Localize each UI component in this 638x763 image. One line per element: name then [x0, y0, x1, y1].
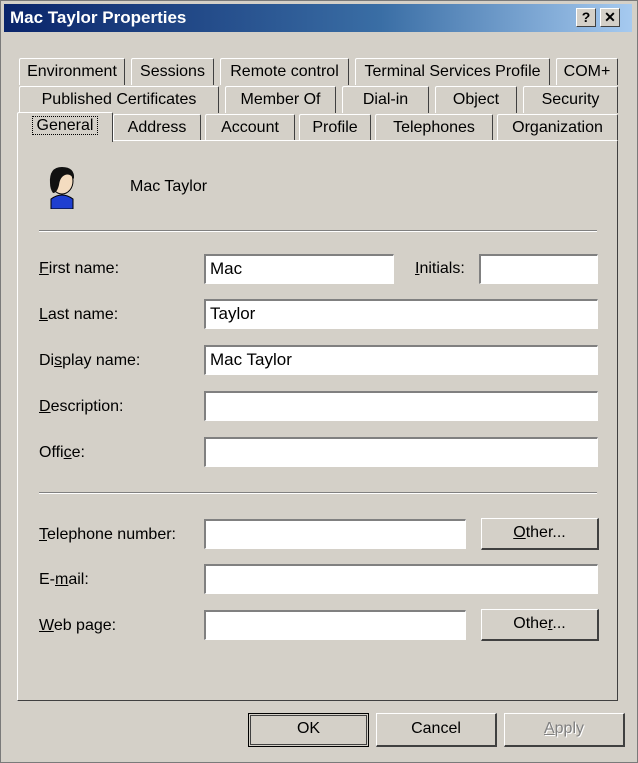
apply-button[interactable]: Apply	[504, 713, 625, 747]
description-label: Description:	[39, 398, 124, 415]
office-field[interactable]	[204, 437, 598, 467]
user-icon	[45, 163, 79, 214]
tab-security[interactable]: Security	[523, 86, 618, 113]
tab-remote-control[interactable]: Remote control	[220, 58, 349, 85]
tab-account[interactable]: Account	[205, 114, 295, 141]
tab-general[interactable]: General	[17, 112, 113, 142]
tab-dial-in[interactable]: Dial-in	[342, 86, 429, 113]
last-name-label: Last name:	[39, 306, 119, 323]
properties-dialog: Mac Taylor Properties ? ✕ Environment Se…	[0, 0, 638, 763]
divider-top	[39, 230, 597, 232]
tab-environment[interactable]: Environment	[19, 58, 125, 85]
display-name-label: Display name:	[39, 352, 141, 369]
tab-com-plus[interactable]: COM+	[556, 58, 618, 85]
tab-telephones[interactable]: Telephones	[375, 114, 493, 141]
webpage-field[interactable]	[204, 610, 466, 640]
tab-organization[interactable]: Organization	[497, 114, 618, 141]
initials-label: Initials:	[415, 260, 465, 277]
cancel-button[interactable]: Cancel	[376, 713, 497, 747]
tab-member-of[interactable]: Member Of	[225, 86, 336, 113]
window-title: Mac Taylor Properties	[10, 8, 187, 27]
email-field[interactable]	[204, 564, 598, 594]
close-button[interactable]: ✕	[600, 8, 620, 27]
description-field[interactable]	[204, 391, 598, 421]
telephone-label: Telephone number:	[39, 526, 176, 543]
ok-button[interactable]: OK	[248, 713, 369, 747]
user-display-name: Mac Taylor	[130, 178, 208, 195]
display-name-field[interactable]: Mac Taylor	[204, 345, 598, 375]
last-name-field[interactable]: Taylor	[204, 299, 598, 329]
telephone-other-button[interactable]: Other...	[481, 518, 599, 550]
tab-profile[interactable]: Profile	[299, 114, 371, 141]
webpage-label: Web page:	[39, 617, 117, 634]
tab-general-label: General	[31, 116, 99, 135]
tab-published-certificates[interactable]: Published Certificates	[19, 86, 219, 113]
tab-terminal-services-profile[interactable]: Terminal Services Profile	[355, 58, 550, 85]
first-name-label: First name:	[39, 260, 120, 277]
initials-field[interactable]	[479, 254, 598, 284]
telephone-field[interactable]	[204, 519, 466, 549]
first-name-field[interactable]: Mac	[204, 254, 394, 284]
tab-address[interactable]: Address	[113, 114, 201, 141]
email-label: E-mail:	[39, 571, 89, 588]
divider-middle	[39, 492, 597, 494]
help-button[interactable]: ?	[576, 8, 596, 27]
tab-object[interactable]: Object	[435, 86, 517, 113]
office-label: Office:	[39, 444, 85, 461]
webpage-other-button[interactable]: Other...	[481, 609, 599, 641]
tab-sessions[interactable]: Sessions	[131, 58, 214, 85]
title-bar[interactable]: Mac Taylor Properties ? ✕	[4, 4, 632, 32]
